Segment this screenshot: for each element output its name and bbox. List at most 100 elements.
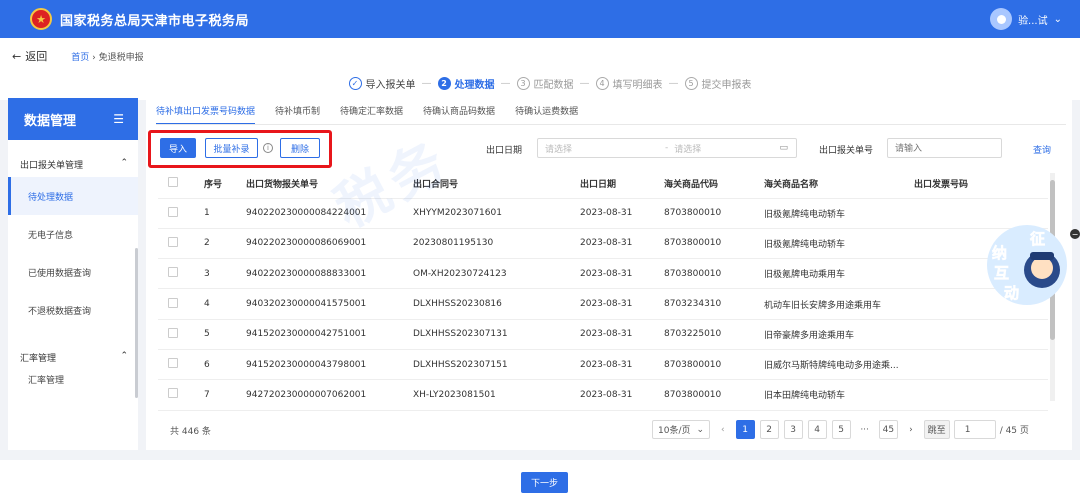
- table-row[interactable]: 4 940320230000041575001 DLXHHSS20230816 …: [158, 288, 1048, 320]
- avatar: [990, 8, 1013, 30]
- page-size-select[interactable]: 10条/页 ⌄: [652, 420, 710, 439]
- import-button[interactable]: 导入: [160, 138, 196, 158]
- cell-invoice-no[interactable]: [914, 319, 1048, 350]
- query-button[interactable]: 查询: [1033, 143, 1051, 156]
- table-row[interactable]: 6 941520230000043798001 DLXHHSS202307151…: [158, 349, 1048, 381]
- column-header: 序号: [204, 170, 246, 199]
- tab-currency[interactable]: 待补填币制: [275, 104, 320, 123]
- page-button[interactable]: 4: [807, 420, 827, 439]
- cell-contract-no: DLXHHSS20230816: [413, 288, 580, 320]
- page-button[interactable]: 5: [831, 420, 851, 439]
- main-panel: 待补填出口发票号码数据 待补填币制 待确定汇率数据 待确认商品码数据 待确认运费…: [146, 98, 1072, 450]
- step-label: 处理数据: [454, 79, 495, 91]
- page-jump: 跳至 1 / 45 页: [923, 420, 1029, 439]
- tab-exchange-rate[interactable]: 待确定汇率数据: [340, 104, 403, 123]
- sidebar-scrollbar[interactable]: [135, 248, 138, 398]
- page-button[interactable]: 2: [759, 420, 779, 439]
- sidebar-item-used-data[interactable]: 已使用数据查询: [8, 253, 138, 291]
- sidebar-item-pending[interactable]: 待处理数据: [8, 177, 138, 215]
- row-checkbox[interactable]: [168, 297, 178, 308]
- tab-commodity-code[interactable]: 待确认商品码数据: [423, 104, 495, 123]
- cell-export-date: 2023-08-31: [580, 198, 664, 229]
- page-button[interactable]: 45: [878, 420, 899, 439]
- select-all-checkbox[interactable]: [168, 177, 178, 188]
- step-4: 4 填写明细表: [595, 76, 663, 91]
- page-button[interactable]: 3: [783, 420, 803, 439]
- step-1: ✓ 导入报关单: [348, 76, 416, 91]
- table-row[interactable]: 2 940220230000086069001 20230801195130 2…: [158, 228, 1048, 260]
- menu-collapse-icon[interactable]: ☰: [113, 112, 124, 126]
- user-menu[interactable]: 验...试 ⌄: [990, 8, 1062, 30]
- row-checkbox[interactable]: [168, 358, 178, 369]
- tab-freight[interactable]: 待确认运费数据: [515, 104, 578, 123]
- chevron-up-icon: ⌃: [120, 351, 128, 361]
- batch-add-button[interactable]: 批量补录: [205, 138, 258, 158]
- minus-icon[interactable]: −: [1070, 229, 1080, 239]
- user-name: 验...试: [1018, 15, 1048, 27]
- cell-contract-no: 20230801195130: [413, 228, 580, 260]
- next-step-button[interactable]: 下一步: [521, 472, 568, 493]
- tax-interaction-badge-icon[interactable]: 征 纳 互 动: [984, 222, 1070, 308]
- row-checkbox[interactable]: [168, 388, 178, 399]
- sidebar-group-declarations[interactable]: 出口报关单管理 ⌃: [8, 158, 138, 171]
- step-label: 提交申报表: [701, 79, 752, 91]
- row-checkbox[interactable]: [168, 327, 178, 338]
- cell-commodity-code: 8703234310: [664, 288, 764, 320]
- column-header: 海关商品名称: [764, 170, 914, 199]
- sidebar-item-exchange-rate[interactable]: 汇率管理: [8, 364, 138, 394]
- delete-button[interactable]: 删除: [280, 138, 320, 158]
- sidebar-header: 数据管理 ☰: [8, 98, 138, 140]
- page-button[interactable]: 1: [735, 420, 755, 439]
- jump-label: 跳至: [923, 420, 950, 439]
- cell-commodity-name: 旧威尔马斯特牌纯电动多用途乘...: [764, 349, 914, 381]
- sidebar-group-label: 汇率管理: [20, 354, 57, 364]
- info-icon[interactable]: i: [263, 143, 273, 153]
- cell-commodity-code: 8703800010: [664, 349, 764, 381]
- table-row[interactable]: 3 940220230000088833001 OM-XH20230724123…: [158, 258, 1048, 290]
- cell-invoice-no[interactable]: [914, 379, 1048, 411]
- cell-invoice-no[interactable]: [914, 349, 1048, 381]
- table-row[interactable]: 5 941520230000042751001 DLXHHSS202307131…: [158, 319, 1048, 350]
- badge-char: 互: [994, 264, 1009, 282]
- cell-commodity-name: 机动车旧长安牌多用途乘用车: [764, 288, 914, 320]
- cell-contract-no: XH-LY2023081501: [413, 379, 580, 411]
- declaration-no-label: 出口报关单号: [819, 146, 874, 156]
- badge-char: 征: [1030, 230, 1045, 248]
- column-header: 海关商品代码: [664, 170, 764, 199]
- row-checkbox[interactable]: [168, 236, 178, 247]
- date-start-placeholder: 请选择: [545, 144, 573, 155]
- sidebar-item-non-refund[interactable]: 不退税数据查询: [8, 291, 138, 329]
- sidebar-title: 数据管理: [24, 113, 77, 129]
- sidebar-group-exchange[interactable]: 汇率管理 ⌃: [8, 351, 138, 364]
- export-date-range-input[interactable]: 请选择 - 请选择 ▭: [537, 138, 797, 158]
- step-number: 3: [516, 76, 530, 90]
- jump-page-input[interactable]: 1: [953, 420, 996, 439]
- page-ellipsis[interactable]: ···: [856, 425, 874, 435]
- prev-page-icon[interactable]: ‹: [721, 425, 725, 435]
- table-row[interactable]: 7 942720230000007062001 XH-LY2023081501 …: [158, 379, 1048, 411]
- tab-invoice-number[interactable]: 待补填出口发票号码数据: [156, 104, 256, 125]
- sidebar: 数据管理 ☰ 出口报关单管理 ⌃ 待处理数据 无电子信息 已使用数据查询 不退税…: [8, 98, 138, 450]
- declaration-no-input[interactable]: [887, 138, 1002, 158]
- breadcrumb-current: 免退税申报: [98, 52, 144, 63]
- badge-char: 纳: [992, 244, 1007, 262]
- cell-commodity-code: 8703800010: [664, 198, 764, 229]
- step-number: 4: [595, 76, 609, 90]
- cell-export-date: 2023-08-31: [580, 319, 664, 350]
- top-header: ★ 国家税务总局天津市电子税务局 验...试 ⌄: [0, 0, 1080, 38]
- cell-declaration-no: 941520230000043798001: [246, 349, 413, 381]
- export-date-label: 出口日期: [486, 146, 523, 156]
- step-2: 2 处理数据: [437, 76, 495, 91]
- cell-commodity-name: 旧极氪牌纯电动轿车: [764, 198, 914, 229]
- back-button[interactable]: ← 返回: [12, 48, 47, 64]
- table-row[interactable]: 1 940220230000084224001 XHYYM2023071601 …: [158, 198, 1048, 229]
- step-separator: —: [579, 77, 590, 89]
- sidebar-item-no-electronic-info[interactable]: 无电子信息: [8, 215, 138, 253]
- next-page-icon[interactable]: ›: [909, 425, 913, 435]
- row-checkbox[interactable]: [168, 206, 178, 217]
- breadcrumb-bar: ← 返回 首页 › 免退税申报: [0, 38, 1080, 74]
- row-checkbox[interactable]: [168, 267, 178, 278]
- badge-char: 动: [1004, 284, 1019, 302]
- breadcrumb-home[interactable]: 首页: [71, 53, 89, 63]
- cell-declaration-no: 940220230000084224001: [246, 198, 413, 229]
